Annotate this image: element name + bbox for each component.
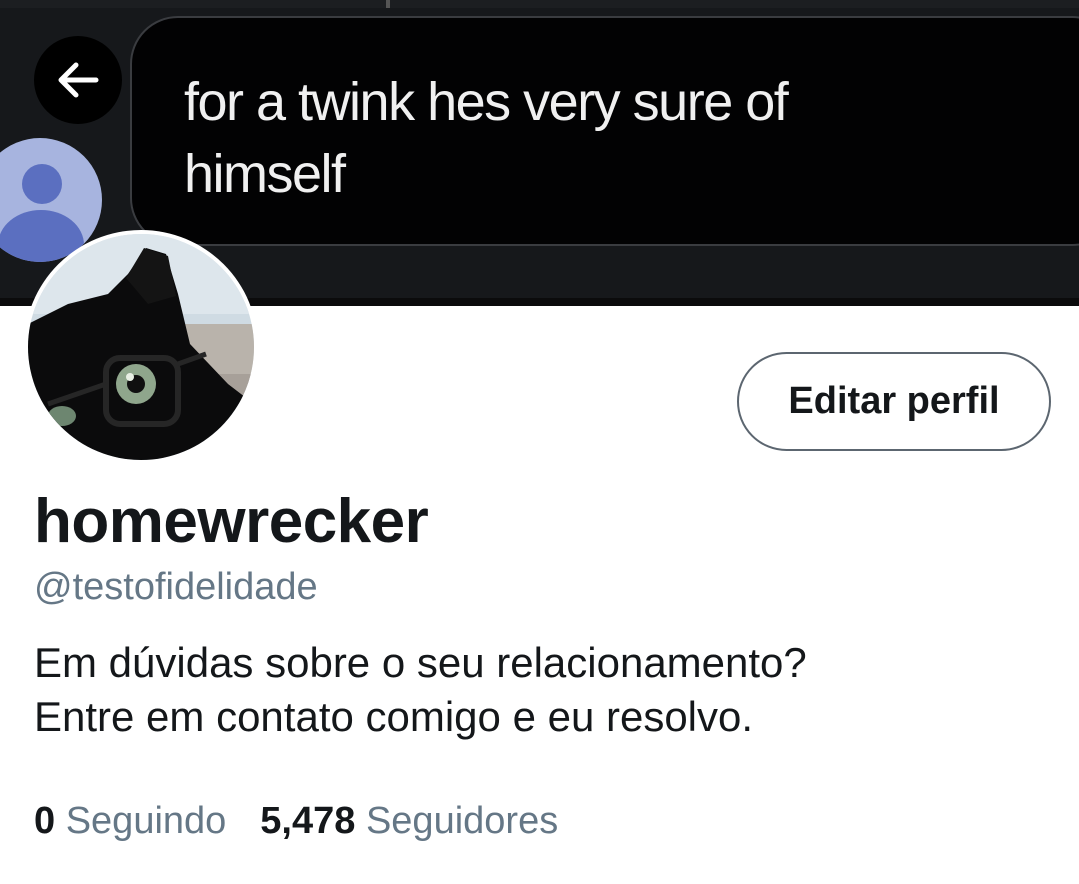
- followers-count: 5,478: [260, 800, 356, 842]
- profile-stats: 0 Seguindo 5,478 Seguidores: [34, 800, 558, 843]
- profile-avatar[interactable]: [24, 230, 258, 464]
- black-cat-avatar-image: [28, 234, 254, 460]
- banner-tweet-text: for a twink hes very sure of himself: [184, 66, 984, 210]
- edit-profile-button[interactable]: Editar perfil: [737, 352, 1051, 451]
- banner-tweet-line: for a twink hes very sure of: [184, 72, 789, 132]
- bio-line: Em dúvidas sobre o seu relacionamento?: [34, 639, 807, 686]
- followers-label: Seguidores: [365, 800, 559, 842]
- following-label: Seguindo: [65, 800, 227, 842]
- banner-tweet-line: himself: [184, 144, 346, 204]
- profile-bio: Em dúvidas sobre o seu relacionamento? E…: [34, 636, 1054, 744]
- bio-line: Entre em contato comigo e eu resolvo.: [34, 693, 754, 740]
- user-handle: @testofidelidade: [34, 566, 318, 608]
- arrow-left-icon: [58, 62, 99, 98]
- followers-link[interactable]: 5,478 Seguidores: [260, 800, 558, 843]
- following-count: 0: [34, 800, 56, 842]
- back-button[interactable]: [34, 36, 122, 124]
- following-link[interactable]: 0 Seguindo: [34, 800, 226, 843]
- banner-divider: [386, 0, 390, 8]
- banner-top-edge: [0, 0, 1079, 8]
- display-name: homewrecker: [34, 487, 429, 556]
